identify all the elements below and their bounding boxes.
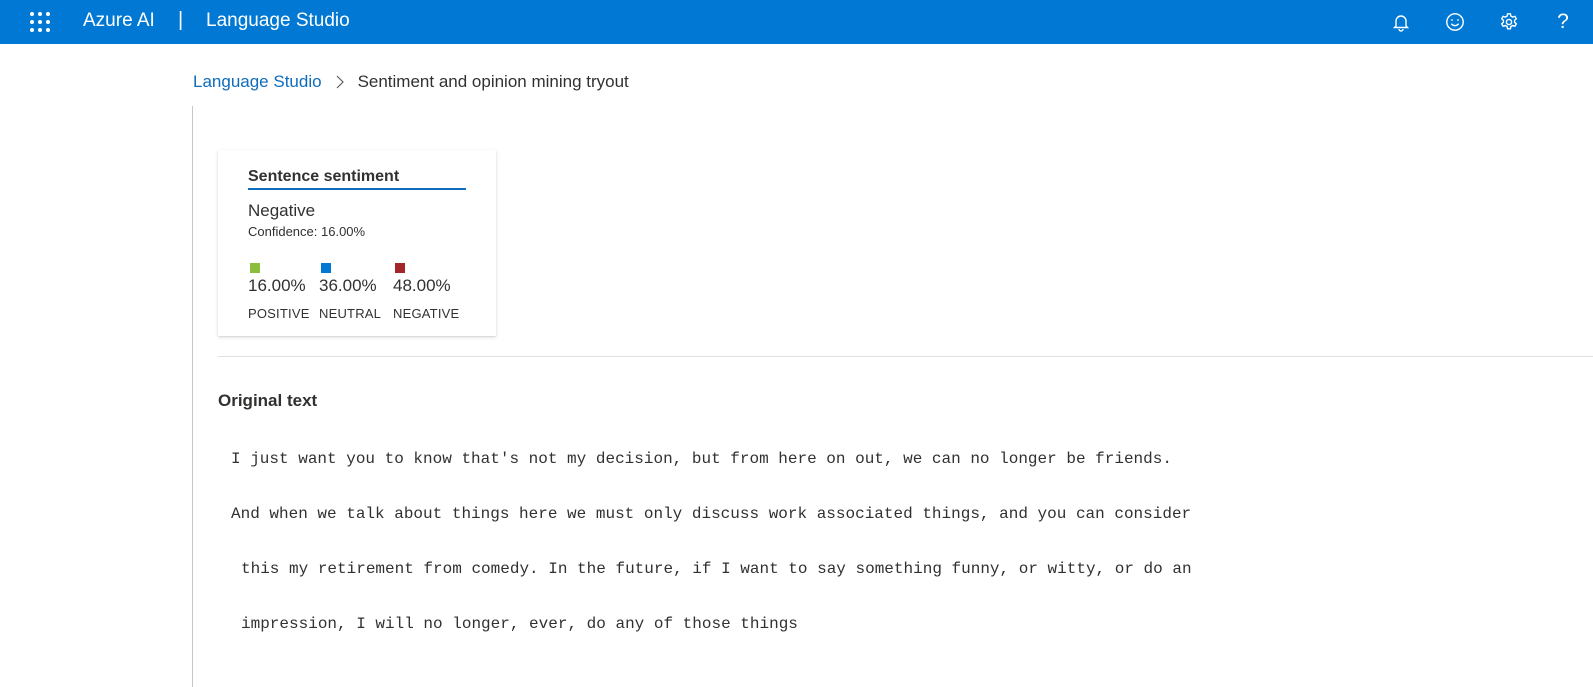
bell-icon[interactable] — [1387, 8, 1415, 36]
brand-name: Azure AI — [83, 10, 155, 31]
original-text-line: I just want you to know that's not my de… — [231, 450, 1172, 468]
breadcrumb-current-page: Sentiment and opinion mining tryout — [357, 72, 629, 91]
smiley-icon[interactable] — [1441, 8, 1469, 36]
original-text-line: And when we talk about things here we mu… — [231, 505, 1192, 523]
positive-percent: 16.00% — [248, 276, 306, 295]
positive-label: POSITIVE — [248, 306, 310, 321]
original-text-heading: Original text — [218, 391, 318, 410]
chevron-right-icon — [336, 75, 346, 89]
negative-percent: 48.00% — [393, 276, 451, 295]
score-positive: 16.00% POSITIVE — [248, 263, 310, 321]
help-icon[interactable]: ? — [1549, 8, 1577, 36]
confidence-text: Confidence: 16.00% — [248, 224, 366, 239]
positive-swatch — [250, 263, 260, 273]
original-text-line: impression, I will no longer, ever, do a… — [241, 615, 798, 633]
section-divider — [218, 356, 1593, 357]
neutral-label: NEUTRAL — [319, 306, 382, 321]
breadcrumb-language-studio[interactable]: Language Studio — [193, 72, 322, 92]
negative-label: NEGATIVE — [393, 306, 460, 321]
neutral-swatch — [321, 263, 331, 273]
score-neutral: 36.00% NEUTRAL — [319, 263, 381, 321]
breadcrumb: Language Studio Sentiment and opinion mi… — [193, 72, 629, 92]
help-glyph: ? — [1557, 10, 1569, 33]
sentence-sentiment-card: Sentence sentiment Negative Confidence: … — [218, 150, 496, 336]
gear-icon[interactable] — [1495, 8, 1523, 36]
title-separator: | — [178, 9, 184, 31]
original-text-line: this my retirement from comedy. In the f… — [241, 560, 1192, 578]
neutral-percent: 36.00% — [319, 276, 377, 295]
product-name[interactable]: Language Studio — [206, 10, 350, 32]
sentiment-label: Negative — [248, 201, 316, 220]
sentence-sentiment-tab[interactable]: Sentence sentiment — [248, 168, 466, 190]
negative-swatch — [395, 263, 405, 273]
waffle-icon[interactable] — [30, 12, 50, 32]
score-negative: 48.00% NEGATIVE — [393, 263, 459, 321]
content-left-border — [192, 106, 193, 687]
top-bar: Azure AI | Language Studio ? — [0, 0, 1593, 44]
